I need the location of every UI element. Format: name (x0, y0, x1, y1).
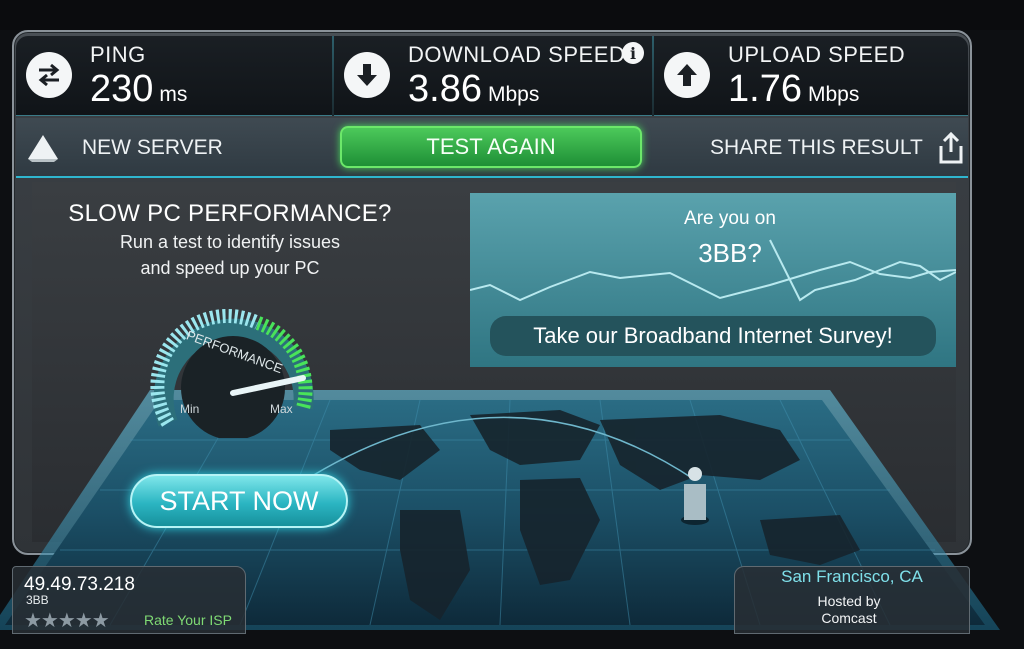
test-again-button[interactable]: TEST AGAIN (340, 126, 642, 168)
ad-line-2: and speed up your PC (140, 258, 320, 278)
gauge-min-label: Min (180, 402, 200, 416)
start-now-button[interactable]: START NOW (130, 474, 348, 528)
client-isp: 3BB (26, 593, 49, 607)
server-city: San Francisco, CA (781, 567, 923, 586)
download-arrow-icon (344, 52, 390, 98)
upload-value: 1.76 Mbps (728, 68, 860, 110)
survey-question-2: 3BB? (698, 238, 762, 268)
ping-label: PING (90, 42, 146, 67)
performance-gauge: PERFORMANCE (150, 309, 314, 438)
new-server-label: NEW SERVER (82, 136, 223, 159)
results-bar: PING 230 ms DOWNLOAD SPEED 3.86 Mbps UPLOA… (16, 36, 968, 116)
download-stat: DOWNLOAD SPEED 3.86 Mbps (334, 36, 652, 116)
action-bar: NEW SERVER TEST AGAIN SHARE THIS RESULT (16, 118, 968, 178)
top-backdrop (0, 0, 1024, 30)
upload-stat: UPLOAD SPEED 1.76 Mbps (654, 36, 968, 116)
server-triangle-icon (28, 135, 58, 162)
ping-value: 230 ms (90, 68, 188, 110)
survey-question-1: Are you on (684, 208, 776, 229)
upload-label: UPLOAD SPEED (728, 42, 906, 67)
info-icon[interactable]: i (622, 42, 644, 64)
new-server-button[interactable]: NEW SERVER (26, 130, 223, 166)
hosted-by-label: Hosted by (817, 593, 881, 609)
rate-isp-link[interactable]: Rate Your ISP (144, 612, 232, 628)
share-label: SHARE THIS RESULT (710, 136, 923, 159)
survey-button[interactable]: Take our Broadband Internet Survey! (490, 316, 936, 356)
ping-arrows-icon (26, 52, 72, 98)
gauge-max-label: Max (270, 402, 293, 416)
ping-stat: PING 230 ms (16, 36, 334, 116)
isp-rating-stars[interactable]: ★★★★★ (24, 608, 110, 633)
server-host: Comcast (821, 610, 877, 626)
share-icon (939, 131, 963, 164)
download-label: DOWNLOAD SPEED (408, 42, 626, 67)
upload-arrow-icon (664, 52, 710, 98)
ad-line-1: Run a test to identify issues (119, 232, 341, 252)
share-result-button[interactable]: SHARE THIS RESULT (710, 130, 967, 166)
ad-title: SLOW PC PERFORMANCE? (68, 200, 392, 227)
download-value: 3.86 Mbps (408, 68, 540, 110)
